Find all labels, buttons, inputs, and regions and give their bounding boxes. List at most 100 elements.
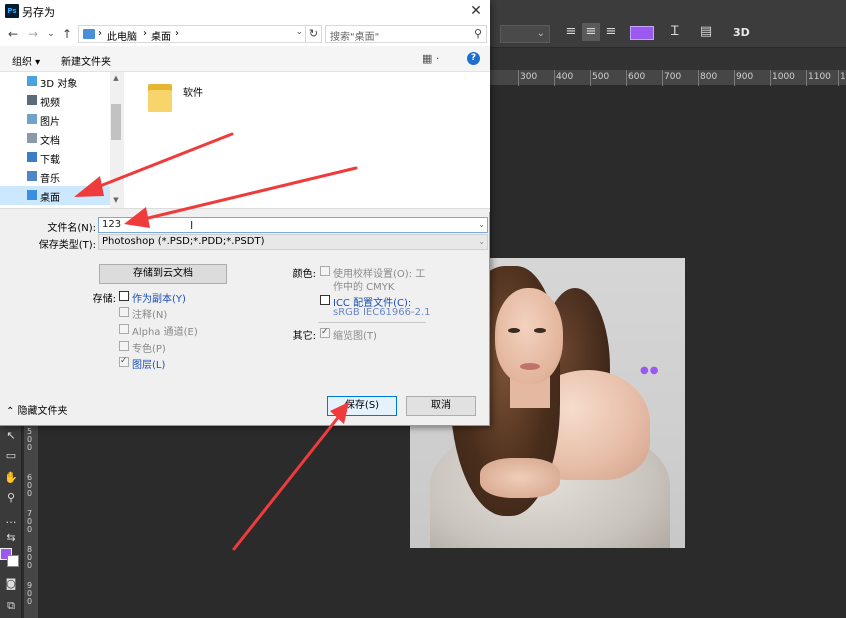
filename-input[interactable]: 123 ⌄: [98, 217, 488, 233]
search-icon: ⚲: [473, 27, 482, 40]
nav-item-music[interactable]: 音乐: [0, 167, 110, 186]
move-tool-icon[interactable]: ↖: [3, 428, 19, 444]
nav-item-desktop[interactable]: 桌面: [0, 186, 110, 205]
filetype-dropdown-icon[interactable]: ⌄: [478, 235, 485, 249]
hide-folders-toggle[interactable]: ⌃ 隐藏文件夹: [6, 402, 68, 417]
dialog-footer: ⌃ 隐藏文件夹 保存(S) 取消: [0, 388, 490, 426]
ruler-tick: 1000: [772, 72, 795, 82]
vertical-ruler: 500 600 700 800 900: [24, 426, 38, 618]
chevron-up-icon: ⌃: [6, 406, 18, 417]
hand-tool-icon[interactable]: ✋: [3, 470, 19, 486]
arrow-to-save: [232, 413, 342, 551]
filetype-select[interactable]: Photoshop (*.PSD;*.PDD;*.PSDT) ⌄: [98, 234, 488, 250]
ruler-tick: 1100: [808, 72, 831, 82]
address-dropdown-icon[interactable]: ⌄: [295, 27, 303, 37]
filetype-label: 保存类型(T):: [38, 240, 96, 251]
align-left-icon[interactable]: ≡: [562, 23, 580, 41]
other-label: 其它:: [292, 331, 316, 342]
close-icon[interactable]: ✕: [466, 1, 486, 21]
new-folder-button[interactable]: 新建文件夹: [61, 53, 111, 68]
ruler-tick: 900: [736, 72, 754, 82]
checkmark-icon: ✓: [120, 356, 128, 366]
cancel-button[interactable]: 取消: [406, 396, 476, 416]
navigation-bar: ← → ⌄ ↑ › 此电脑 › 桌面 › ⌄ ↻ 搜索"桌面" ⚲: [0, 22, 490, 46]
ruler-tick: 400: [556, 72, 574, 82]
search-input[interactable]: 搜索"桌面" ⚲: [325, 25, 487, 43]
ruler-tick: 800: [700, 72, 718, 82]
nav-item-documents[interactable]: 文档: [0, 129, 110, 148]
folder-icon: [83, 29, 95, 39]
nav-item-pictures[interactable]: 图片: [0, 110, 110, 129]
align-right-icon[interactable]: ≡: [602, 23, 620, 41]
text-color-swatch[interactable]: [630, 26, 654, 40]
quick-mask-icon[interactable]: ◙: [3, 576, 19, 592]
ruler-tick: 600: [628, 72, 646, 82]
save-button[interactable]: 保存(S): [327, 396, 397, 416]
document-tab-bar: [490, 48, 846, 70]
forward-icon[interactable]: →: [26, 26, 40, 42]
folder-name[interactable]: 软件: [183, 84, 203, 99]
navigation-pane: 3D 对象 视频 图片 文档 下载 音乐 桌面 ▲ ▼: [0, 72, 122, 208]
screen-mode-icon[interactable]: ⧉: [3, 598, 19, 614]
refresh-icon[interactable]: ↻: [306, 25, 322, 43]
more-tools-icon[interactable]: …: [3, 512, 19, 528]
dialog-titlebar: Ps 另存为 ✕: [0, 0, 490, 22]
vruler-tick: 600: [27, 473, 33, 498]
rectangle-tool-icon[interactable]: ▭: [3, 448, 19, 464]
documents-icon: [27, 133, 37, 143]
save-as-dialog: Ps 另存为 ✕ ← → ⌄ ↑ › 此电脑 › 桌面 › ⌄ ↻ 搜索"桌面"…: [0, 0, 490, 426]
pictures-icon: [27, 114, 37, 124]
section-divider: [318, 322, 426, 323]
downloads-icon: [27, 152, 37, 162]
swap-colors-icon[interactable]: ⇆: [3, 530, 19, 546]
zoom-tool-icon[interactable]: ⚲: [3, 490, 19, 506]
warp-text-icon[interactable]: Ꮖ: [666, 23, 684, 41]
background-color[interactable]: [7, 555, 19, 567]
organize-button[interactable]: 组织 ▾: [12, 53, 40, 68]
help-icon[interactable]: ?: [467, 52, 480, 65]
photoshop-toolbar: ↖ ▭ ✋ ⚲ … ⇆ ◙ ⧉: [0, 426, 22, 618]
video-icon: [27, 95, 37, 105]
vruler-tick: 800: [27, 545, 33, 570]
horizontal-ruler: 300 400 500 600 700 800 900 1000 1100 12: [490, 70, 846, 86]
ruler-tick: 500: [592, 72, 610, 82]
vruler-tick: 900: [27, 581, 33, 606]
nav-item-videos[interactable]: 视频: [0, 91, 110, 110]
folder-icon[interactable]: [148, 82, 172, 112]
ruler-tick: 300: [520, 72, 538, 82]
recent-locations-icon[interactable]: ⌄: [44, 26, 58, 42]
color-label: 颜色:: [292, 269, 316, 280]
save-to-cloud-button[interactable]: 存储到云文档: [99, 264, 227, 284]
filename-dropdown-icon[interactable]: ⌄: [478, 218, 485, 232]
ruler-tick: 12: [840, 72, 846, 82]
text-cursor-icon: I: [190, 219, 194, 232]
font-size-select[interactable]: ⌄: [500, 25, 550, 43]
nav-item-downloads[interactable]: 下载: [0, 148, 110, 167]
3d-button[interactable]: 3D: [733, 26, 750, 39]
panels-icon[interactable]: ▤: [697, 23, 715, 41]
filename-label: 文件名(N):: [47, 223, 96, 234]
scroll-up-icon[interactable]: ▲: [110, 74, 122, 82]
address-bar[interactable]: › 此电脑 › 桌面 › ⌄: [78, 25, 306, 43]
dialog-title: 另存为: [22, 6, 55, 19]
vruler-tick: 700: [27, 509, 33, 534]
scrollbar-thumb[interactable]: [111, 104, 121, 140]
ruler-tick: 700: [664, 72, 682, 82]
pane-divider[interactable]: [0, 208, 490, 212]
text-layer-marker: ●●: [640, 365, 660, 376]
breadcrumb-this-pc[interactable]: 此电脑: [107, 28, 137, 43]
nav-item-3d-objects[interactable]: 3D 对象: [0, 72, 110, 91]
view-options-icon[interactable]: ▦ ·: [422, 52, 439, 65]
photoshop-logo-icon: Ps: [5, 4, 19, 18]
align-center-icon[interactable]: ≡: [582, 23, 600, 41]
music-icon: [27, 171, 37, 181]
up-folder-icon[interactable]: ↑: [60, 26, 74, 42]
breadcrumb-desktop[interactable]: 桌面: [151, 28, 171, 43]
nav-scrollbar[interactable]: ▲ ▼: [110, 72, 122, 208]
3d-objects-icon: [27, 76, 37, 86]
command-bar: 组织 ▾ 新建文件夹 ▦ · ?: [0, 46, 490, 72]
file-list: 软件: [124, 72, 490, 208]
scroll-down-icon[interactable]: ▼: [110, 196, 122, 204]
checkmark-icon: ✓: [321, 327, 329, 337]
back-icon[interactable]: ←: [6, 26, 20, 42]
